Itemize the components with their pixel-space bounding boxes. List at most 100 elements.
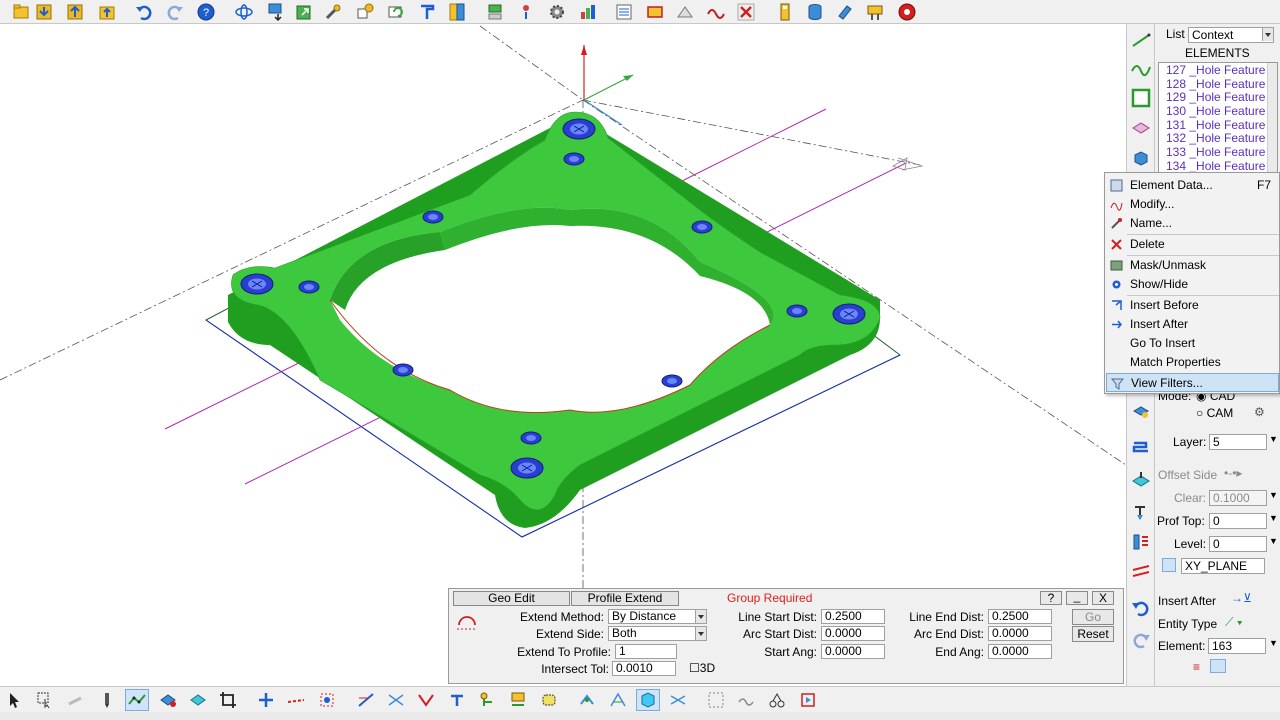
select-arrow-icon[interactable] (3, 689, 27, 711)
menu-item-name[interactable]: Name... (1106, 214, 1279, 233)
layer-field[interactable]: 5 (1209, 434, 1267, 450)
arc-end-field[interactable]: 0.0000 (988, 626, 1052, 641)
book-icon[interactable] (416, 1, 438, 22)
layer-dropdown-icon[interactable]: ▼ (1269, 434, 1278, 444)
list-item[interactable]: 133 _Hole Feature (1159, 145, 1277, 159)
start-ang-field[interactable]: 0.0000 (821, 644, 885, 659)
list-item[interactable]: 128 _Hole Feature (1159, 77, 1277, 91)
redo-icon[interactable] (164, 1, 186, 22)
clear-dropdown-icon[interactable]: ▼ (1269, 490, 1278, 500)
extend-to-profile-field[interactable]: 1 (615, 644, 677, 659)
element-field[interactable]: 163 (1208, 638, 1266, 654)
pocket-icon[interactable] (1129, 468, 1153, 492)
plane-icon[interactable] (1162, 558, 1176, 572)
settings-icon[interactable] (546, 1, 568, 22)
list-icon[interactable] (613, 1, 635, 22)
threed-checkbox[interactable]: ☐3D (689, 661, 715, 675)
list-item[interactable]: 134 _Hole Feature (1159, 159, 1277, 173)
line-icon[interactable] (1129, 28, 1153, 52)
rotate-icon[interactable] (385, 1, 407, 22)
solid-icon[interactable] (1129, 146, 1153, 170)
layer-icon[interactable] (446, 1, 468, 22)
drill-icon[interactable] (1129, 500, 1153, 524)
fan-icon[interactable] (606, 689, 630, 711)
menu-item-delete[interactable]: Delete (1106, 235, 1279, 254)
line-red-icon[interactable] (284, 689, 308, 711)
menu-item-modify[interactable]: Modify... (1106, 195, 1279, 214)
pen-icon[interactable] (95, 689, 119, 711)
spiral-icon[interactable] (575, 689, 599, 711)
import-icon[interactable] (265, 1, 287, 22)
chart-icon[interactable] (515, 1, 537, 22)
grid-points-icon[interactable] (704, 689, 728, 711)
minimize-button[interactable]: _ (1066, 590, 1088, 605)
level-dropdown-icon[interactable]: ▼ (1269, 536, 1278, 546)
transform-icon[interactable] (354, 1, 376, 22)
tool-icon[interactable] (322, 1, 344, 22)
list-item[interactable]: 129 _Hole Feature (1159, 90, 1277, 105)
chamfer-icon[interactable] (384, 689, 408, 711)
eraser-icon[interactable] (64, 689, 88, 711)
close-button[interactable]: X (1092, 591, 1114, 605)
line-start-field[interactable]: 0.2500 (821, 609, 885, 624)
refresh-icon[interactable] (834, 1, 856, 22)
menu-item-view-filters[interactable]: View Filters... (1106, 373, 1279, 392)
lock-icon[interactable] (1210, 659, 1226, 673)
menu-item-match-properties[interactable]: Match Properties (1106, 353, 1279, 372)
list-item[interactable]: 130 _Hole Feature (1159, 104, 1277, 118)
up-folder-icon[interactable] (96, 1, 118, 22)
tool-path-icon[interactable] (765, 689, 789, 711)
orbit-icon[interactable] (233, 1, 255, 22)
list-item[interactable]: 127 _Hole Feature (1159, 63, 1277, 77)
menu-item-insert-after[interactable]: Insert After (1106, 315, 1279, 334)
elements-list[interactable]: 127 _Hole Feature 128 _Hole Feature 129 … (1158, 62, 1278, 174)
insert-after-icon[interactable]: →⊻ (1231, 591, 1252, 605)
tab-geo-edit[interactable]: Geo Edit (453, 591, 570, 606)
list-dropdown[interactable]: Context (1188, 27, 1274, 43)
undo-icon[interactable] (133, 1, 155, 22)
tab-profile-extend[interactable]: Profile Extend (571, 591, 679, 606)
up-arrow-icon[interactable] (64, 1, 86, 22)
surface-icon[interactable] (1129, 116, 1153, 140)
wave-icon[interactable] (705, 1, 727, 22)
split-icon[interactable] (506, 689, 530, 711)
grid-icon[interactable] (577, 1, 599, 22)
angle-icon[interactable] (414, 689, 438, 711)
simulate-icon[interactable] (796, 689, 820, 711)
entity-type-icon[interactable]: ⟋ ▾ (1225, 615, 1243, 630)
plane-field[interactable]: XY_PLANE (1181, 558, 1265, 574)
link-icon[interactable] (734, 689, 758, 711)
rectangle-icon[interactable] (1129, 86, 1153, 110)
chain-select-icon[interactable] (125, 689, 149, 711)
rotate-left-icon[interactable] (1129, 596, 1153, 620)
list-item[interactable]: 131 _Hole Feature (1159, 118, 1277, 132)
face-select-icon[interactable] (186, 689, 210, 711)
point-icon[interactable] (254, 689, 278, 711)
save-icon[interactable] (33, 1, 55, 22)
machine-icon[interactable] (674, 1, 696, 22)
branch-icon[interactable] (476, 689, 500, 711)
menu-item-mask-unmask[interactable]: Mask/Unmask (1106, 256, 1279, 275)
arc-start-field[interactable]: 0.0000 (821, 626, 885, 641)
stop-icon[interactable] (896, 1, 918, 22)
open-file-icon[interactable] (10, 1, 32, 22)
mode-cam-radio[interactable]: ○ CAM (1196, 406, 1233, 420)
profile-icon[interactable] (1129, 436, 1153, 460)
mesh-icon[interactable] (666, 689, 690, 711)
menu-item-insert-before[interactable]: Insert Before (1106, 296, 1279, 315)
box-dashed-icon[interactable] (537, 689, 561, 711)
select-box-icon[interactable] (33, 689, 57, 711)
delete-icon[interactable] (735, 1, 757, 22)
level-field[interactable]: 0 (1209, 536, 1267, 552)
clear-field[interactable]: 0.1000 (1209, 490, 1267, 506)
help-icon[interactable]: ? (195, 1, 217, 22)
menu-item-go-to-insert[interactable]: Go To Insert (1106, 334, 1279, 353)
end-ang-field[interactable]: 0.0000 (988, 644, 1052, 659)
table-icon[interactable] (644, 1, 666, 22)
graphics-viewport[interactable] (0, 24, 1126, 686)
prof-top-field[interactable]: 0 (1209, 513, 1267, 529)
cam-settings-icon[interactable]: ⚙ (1254, 405, 1265, 419)
list-item[interactable]: 132 _Hole Feature (1159, 131, 1277, 146)
element-dropdown-icon[interactable]: ▼ (1269, 638, 1278, 648)
menu-item-show-hide[interactable]: Show/Hide (1106, 275, 1279, 294)
